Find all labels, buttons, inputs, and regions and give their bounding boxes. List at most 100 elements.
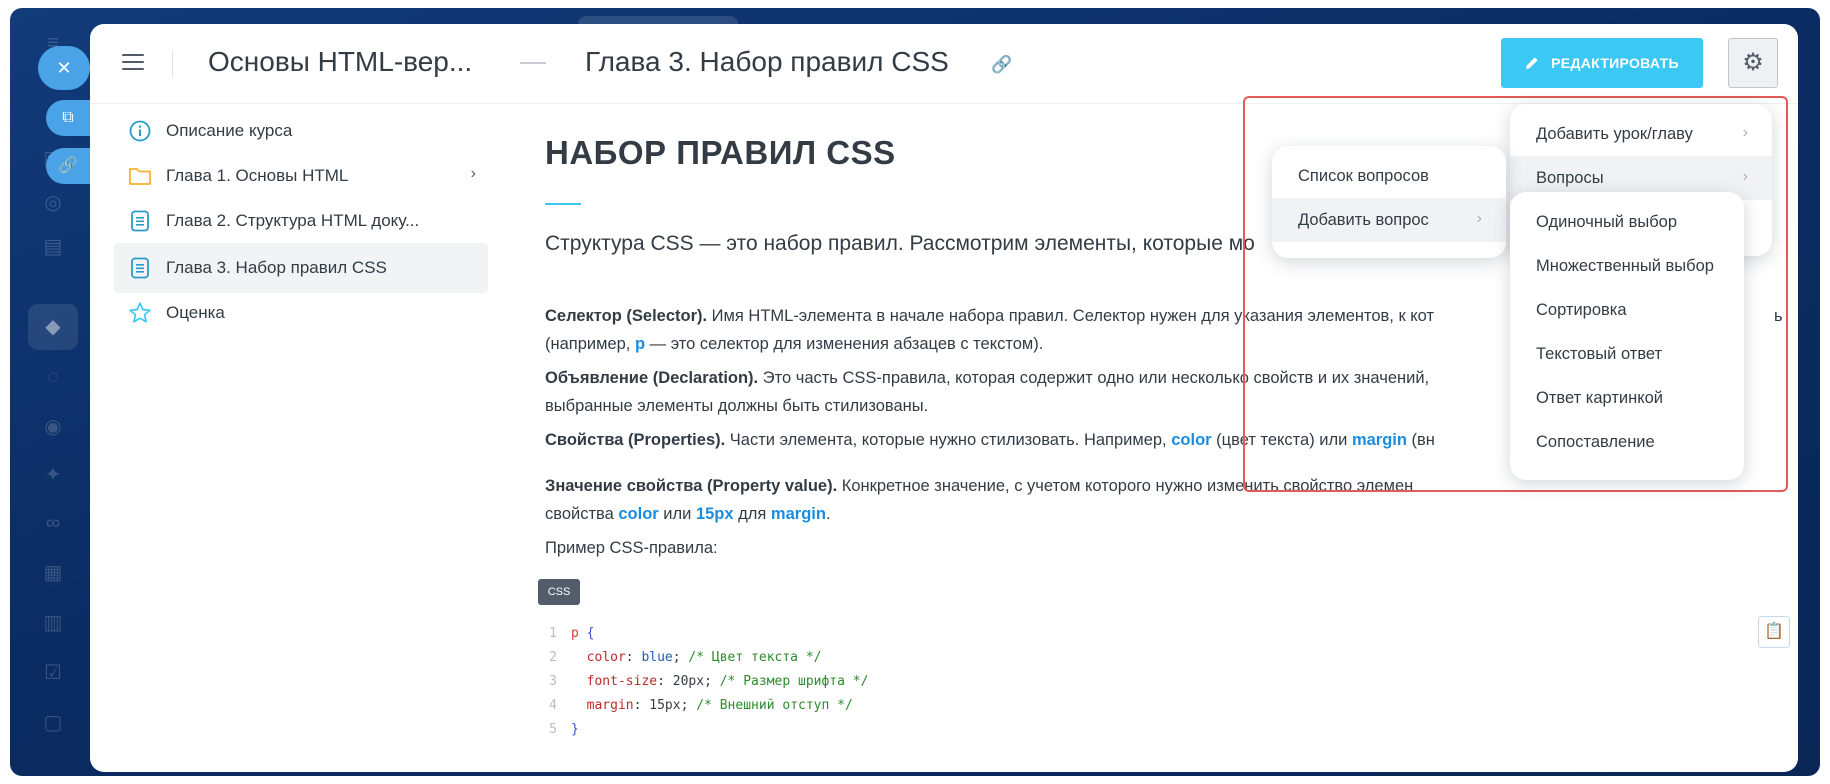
edit-button-label: РЕДАКТИРОВАТЬ bbox=[1551, 55, 1679, 71]
code-line: 5} bbox=[533, 718, 868, 742]
edit-button[interactable]: РЕДАКТИРОВАТЬ bbox=[1501, 38, 1703, 88]
menu-item-label: Вопросы bbox=[1536, 168, 1604, 187]
menu-item-text-answer[interactable]: Текстовый ответ bbox=[1510, 332, 1744, 376]
graduation-cap-icon[interactable]: ◆ bbox=[38, 312, 68, 342]
target-icon[interactable]: ◉ bbox=[38, 412, 68, 442]
link-chain-icon[interactable]: ∞ bbox=[38, 508, 68, 538]
menu-burger-icon[interactable] bbox=[122, 54, 144, 72]
heading-underline bbox=[545, 203, 581, 205]
questions-submenu: Список вопросов Добавить вопрос › bbox=[1272, 146, 1506, 258]
settings-gear-button[interactable]: ⚙ bbox=[1728, 38, 1778, 88]
term-selector: Селектор (Selector). bbox=[545, 307, 708, 325]
header: Основы HTML-вер... Глава 3. Набор правил… bbox=[90, 24, 1798, 104]
paragraph-text: свойства bbox=[545, 505, 619, 523]
line-number: 2 bbox=[549, 650, 557, 665]
copy-code-button[interactable]: 📋 bbox=[1758, 616, 1790, 648]
code-keyword: margin bbox=[770, 505, 826, 523]
term-declaration: Объявление (Declaration). bbox=[545, 369, 759, 387]
headset-icon[interactable]: ◎ bbox=[38, 188, 68, 218]
code-keyword: color bbox=[1171, 431, 1212, 449]
menu-item-image-answer[interactable]: Ответ картинкой bbox=[1510, 376, 1744, 420]
chapter-title: Глава 3. Набор правил CSS bbox=[585, 46, 949, 77]
menu-item-label: Добавить урок/главу bbox=[1536, 124, 1693, 143]
chevron-right-icon: › bbox=[1476, 210, 1482, 227]
code-language-badge: CSS bbox=[538, 579, 580, 605]
folder-icon bbox=[128, 164, 152, 188]
code-property: margin bbox=[586, 698, 634, 713]
document-list-icon[interactable]: ▥ bbox=[38, 608, 68, 638]
code-property: color bbox=[586, 650, 626, 665]
pencil-icon bbox=[1526, 57, 1538, 69]
menu-item-add-question[interactable]: Добавить вопрос › bbox=[1272, 198, 1506, 242]
code-comment: /* Цвет текста */ bbox=[688, 650, 822, 665]
sidebar-item-label: Оценка bbox=[166, 303, 225, 322]
menu-item-single-choice[interactable]: Одиночный выбор bbox=[1510, 200, 1744, 244]
chevron-right-icon[interactable]: › bbox=[471, 165, 476, 183]
code-keyword: 15px bbox=[695, 505, 734, 523]
code-comment: /* Размер шрифта */ bbox=[719, 674, 869, 689]
menu-item-sorting[interactable]: Сортировка bbox=[1510, 288, 1744, 332]
paragraph-text: — это селектор для изменения абзацев с т… bbox=[645, 335, 1044, 353]
menu-item-label: Одиночный выбор bbox=[1536, 212, 1678, 231]
code-keyword: p bbox=[634, 335, 646, 353]
sidebar-item-label: Глава 3. Набор правил CSS bbox=[166, 258, 387, 277]
paragraph-text: Части элемента, которые нужно стилизоват… bbox=[725, 431, 1172, 449]
menu-item-label: Список вопросов bbox=[1298, 166, 1429, 185]
chevron-right-icon: › bbox=[1742, 124, 1748, 141]
code-value: 15px bbox=[649, 698, 681, 713]
code-line: 2 color: blue; /* Цвет текста */ bbox=[533, 646, 868, 670]
menu-item-label: Ответ картинкой bbox=[1536, 388, 1663, 407]
lesson-lead: Структура CSS — это набор правил. Рассмо… bbox=[545, 232, 1255, 255]
code-property: font-size bbox=[586, 674, 658, 689]
close-slider-button[interactable]: ✕ bbox=[38, 46, 90, 90]
menu-item-matching[interactable]: Сопоставление bbox=[1510, 420, 1744, 464]
document-icon bbox=[128, 256, 152, 280]
sidebar-item-assessment[interactable]: Оценка bbox=[114, 288, 488, 338]
menu-item-label: Множественный выбор bbox=[1536, 256, 1714, 275]
clipboard-icon: 📋 bbox=[1764, 623, 1784, 640]
open-new-window-button[interactable]: ⧉ bbox=[46, 100, 90, 136]
star-icon bbox=[128, 301, 152, 325]
panorama-icon[interactable]: ◌ bbox=[38, 362, 68, 392]
sidebar-item-chapter-2[interactable]: Глава 2. Структура HTML доку... bbox=[114, 196, 488, 246]
book-icon[interactable]: ▤ bbox=[38, 232, 68, 262]
menu-item-add-lesson[interactable]: Добавить урок/главу › bbox=[1510, 112, 1772, 156]
sidebar-item-label: Описание курса bbox=[166, 121, 293, 140]
checkbox-icon[interactable]: ☑ bbox=[38, 658, 68, 688]
line-number: 1 bbox=[549, 626, 557, 641]
example-label: Пример CSS-правила: bbox=[545, 539, 718, 557]
sidebar-item-chapter-1[interactable]: Глава 1. Основы HTML › bbox=[114, 151, 488, 201]
code-brace: } bbox=[571, 722, 579, 737]
term-property-value: Значение свойства (Property value). bbox=[545, 477, 838, 495]
sidebar-item-course-description[interactable]: Описание курса bbox=[114, 106, 488, 156]
term-properties: Свойства (Properties). bbox=[545, 431, 726, 449]
calendar-icon[interactable]: ▢ bbox=[38, 708, 68, 738]
copy-link-button[interactable]: 🔗 bbox=[46, 148, 90, 184]
info-icon bbox=[128, 119, 152, 143]
menu-item-label: Добавить вопрос bbox=[1298, 210, 1429, 229]
menu-item-label: Сортировка bbox=[1536, 300, 1627, 319]
paragraph-text: (например, bbox=[545, 335, 635, 353]
menu-item-label: Сопоставление bbox=[1536, 432, 1655, 451]
code-brace: { bbox=[586, 626, 595, 641]
code-comment: /* Внешний отступ */ bbox=[696, 698, 853, 713]
sidebar-item-label: Глава 1. Основы HTML bbox=[166, 166, 349, 185]
lesson-heading: НАБОР ПРАВИЛ CSS bbox=[545, 134, 896, 171]
document-icon bbox=[128, 209, 152, 233]
menu-item-multiple-choice[interactable]: Множественный выбор bbox=[1510, 244, 1744, 288]
menu-item-label: Текстовый ответ bbox=[1536, 344, 1663, 363]
link-icon[interactable]: 🔗 bbox=[991, 54, 1013, 76]
paragraph-text: . bbox=[825, 505, 831, 523]
sidebar-item-chapter-3[interactable]: Глава 3. Набор правил CSS bbox=[114, 243, 488, 293]
gamepad-icon[interactable]: ✦ bbox=[38, 460, 68, 490]
code-block[interactable]: 1p { 2 color: blue; /* Цвет текста */ 3 … bbox=[533, 622, 868, 742]
chevron-right-icon: › bbox=[1742, 168, 1748, 185]
course-title[interactable]: Основы HTML-вер... bbox=[208, 46, 472, 78]
question-types-submenu: Одиночный выбор Множественный выбор Сорт… bbox=[1510, 192, 1744, 480]
header-divider bbox=[172, 50, 173, 78]
map-icon[interactable]: ▦ bbox=[38, 558, 68, 588]
code-line: 1p { bbox=[533, 622, 868, 646]
menu-item-question-list[interactable]: Список вопросов bbox=[1272, 154, 1506, 198]
paragraph-text: или bbox=[658, 505, 696, 523]
code-line: 3 font-size: 20px; /* Размер шрифта */ bbox=[533, 670, 868, 694]
